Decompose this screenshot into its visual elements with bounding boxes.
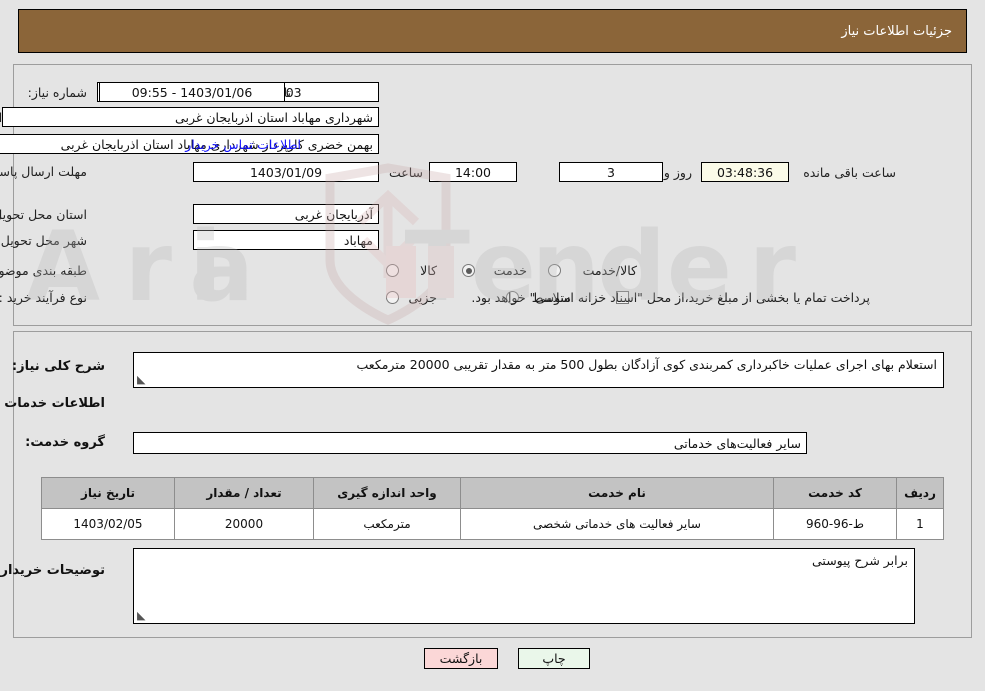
radio-category-kala[interactable]: [386, 264, 399, 277]
resize-grip-icon[interactable]: ◢: [137, 373, 147, 386]
summary-label: شرح کلی نیاز:: [11, 359, 105, 374]
deadline-hour-label: ساعت: [388, 165, 423, 180]
cell-service-code: ط-96-960: [773, 508, 897, 540]
category-label: طبقه بندی موضوعی:: [0, 263, 87, 278]
summary-textarea[interactable]: استعلام بهای اجرای عملیات خاکبرداری کمرب…: [133, 352, 944, 388]
page-root: A r i a T e n d e r جزئیات اطلاعات نیاز …: [0, 0, 985, 691]
announce-datetime-value[interactable]: 1403/01/06 - 09:55: [99, 82, 285, 102]
province-value[interactable]: آذربایجان غربی: [193, 204, 379, 224]
radio-category-kala-khedmat-label: کالا/خدمت: [582, 263, 637, 278]
buyer-org-value[interactable]: شهرداری مهاباد استان اذربایجان غربی: [2, 107, 379, 127]
cell-row-no: 1: [896, 508, 944, 540]
deadline-date-value[interactable]: 1403/01/09: [193, 162, 379, 182]
treasury-bond-note: پرداخت تمام یا بخشی از مبلغ خرید،از محل …: [471, 290, 870, 305]
radio-category-khedmat-label: خدمت: [493, 263, 527, 278]
col-row-no: ردیف: [896, 477, 944, 509]
col-need-date: تاریخ نیاز: [41, 477, 175, 509]
service-group-label: گروه خدمت:: [25, 435, 105, 450]
buyer-notes-textarea[interactable]: برابر شرح پیوستی ◢: [133, 548, 915, 624]
radio-purchase-jozei[interactable]: [386, 291, 399, 304]
buyer-notes-text: برابر شرح پیوستی: [812, 553, 908, 568]
deadline-hour-value[interactable]: 14:00: [429, 162, 517, 182]
radio-category-kala-khedmat[interactable]: [548, 264, 561, 277]
col-service-code: کد خدمت: [773, 477, 897, 509]
print-button[interactable]: چاپ: [518, 648, 590, 669]
col-unit: واحد اندازه گیری: [313, 477, 461, 509]
countdown-value[interactable]: 03:48:36: [701, 162, 789, 182]
city-label: شهر محل تحویل:: [0, 233, 87, 248]
col-quantity: تعداد / مقدار: [174, 477, 314, 509]
service-items-table: ردیف کد خدمت نام خدمت واحد اندازه گیری ت…: [41, 477, 944, 540]
countdown-label: ساعت باقی مانده: [803, 165, 896, 180]
cell-service-name: سایر فعالیت های خدماتی شخصی: [460, 508, 774, 540]
city-value[interactable]: مهاباد: [193, 230, 379, 250]
need-info-panel: [13, 64, 972, 326]
need-number-label: شماره نیاز:: [27, 85, 87, 100]
deadline-label: مهلت ارسال پاسخ: تا تاریخ:: [0, 164, 87, 179]
radio-purchase-jozei-label: جزیی: [408, 290, 437, 305]
service-group-value[interactable]: سایر فعالیت‌های خدماتی: [133, 432, 807, 454]
services-heading: اطلاعات خدمات مورد نیاز: [0, 396, 105, 411]
page-header: جزئیات اطلاعات نیاز: [18, 9, 967, 53]
cell-need-date: 1403/02/05: [41, 508, 175, 540]
buyer-notes-label: توضیحات خریدار:: [0, 563, 105, 578]
remaining-days-value[interactable]: 3: [559, 162, 663, 182]
province-label: استان محل تحویل:: [0, 207, 87, 222]
radio-category-khedmat[interactable]: [462, 264, 475, 277]
table-row[interactable]: 1 ط-96-960 سایر فعالیت های خدماتی شخصی م…: [41, 508, 944, 540]
table-header-row: ردیف کد خدمت نام خدمت واحد اندازه گیری ت…: [41, 477, 944, 509]
summary-text: استعلام بهای اجرای عملیات خاکبرداری کمرب…: [356, 357, 937, 372]
resize-grip-icon-2[interactable]: ◢: [137, 609, 147, 622]
col-service-name: نام خدمت: [460, 477, 774, 509]
buyer-contact-link[interactable]: اطلاعات تماس خریدار: [185, 137, 301, 152]
page-title: جزئیات اطلاعات نیاز: [841, 23, 952, 39]
remaining-days-label: روز و: [663, 165, 692, 180]
purchase-type-label: نوع فرآیند خرید :: [0, 290, 87, 305]
radio-category-kala-label: کالا: [420, 263, 437, 278]
cell-quantity: 20000: [174, 508, 314, 540]
back-button[interactable]: بازگشت: [424, 648, 498, 669]
cell-unit: مترمکعب: [313, 508, 461, 540]
